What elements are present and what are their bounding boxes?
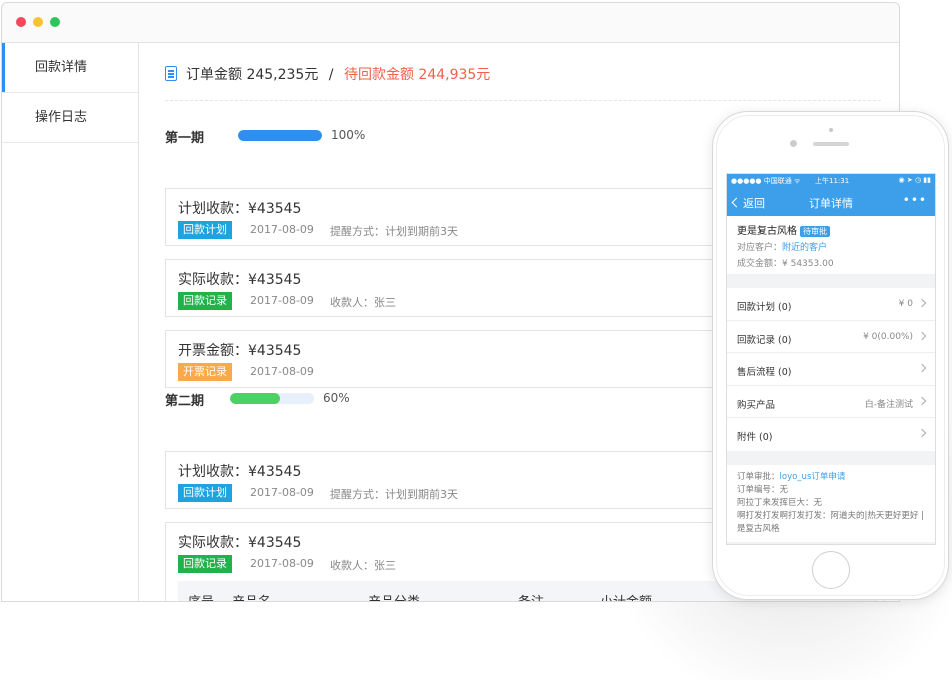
card-tag[interactable]: 回款计划 <box>178 484 232 502</box>
status-badge: 待审批 <box>800 226 830 237</box>
approval-label: 订单审批： <box>737 471 780 482</box>
order-amount: 订单金额 245,235元 <box>186 67 319 83</box>
card-date: 2017-08-09 <box>250 294 314 307</box>
list-item-value: 白-备注测试 <box>864 399 913 410</box>
card-extra: 提醒方式：计划到期前3天 <box>330 488 458 501</box>
card-tag[interactable]: 开票记录 <box>178 363 232 381</box>
phase-progress-bar <box>230 393 314 404</box>
phone-sensor <box>829 128 833 132</box>
sidebar-item-operation-log[interactable]: 操作日志 <box>2 93 138 143</box>
order-summary: 订单金额 245,235元 / 待回款金额 244,935元 <box>165 63 881 101</box>
card-title: 实际收款：¥43545 <box>178 272 302 288</box>
list-item-payment-record[interactable]: 回款记录 (0) ¥ 0(0.00%) <box>727 321 935 353</box>
phase-progress-fill <box>238 130 322 141</box>
card-tag[interactable]: 回款记录 <box>178 555 232 573</box>
sidebar: 回款详情 操作日志 <box>2 43 139 601</box>
card-title: 计划收款：¥43545 <box>178 464 302 480</box>
window-titlebar <box>2 3 899 43</box>
detail-list: 回款计划 (0) ¥ 0 回款记录 (0) ¥ 0(0.00%) 售后流程 (0… <box>727 288 935 451</box>
chevron-right-icon <box>917 363 927 373</box>
list-item-label: 售后流程 (0) <box>737 367 792 378</box>
amount-label: 成交金额： <box>737 259 783 269</box>
column-header: 序号 <box>188 591 214 601</box>
card-extra: 收款人：张三 <box>330 559 396 572</box>
nav-bar: 返回 订单详情 ••• <box>727 188 935 216</box>
home-button[interactable] <box>812 551 850 589</box>
carrier-label: ●●●●● 中国联通 ᯤ <box>731 177 801 185</box>
card-title: 开票金额：¥43545 <box>178 343 302 359</box>
phase-title: 第二期 <box>165 394 205 409</box>
order-notes: 订单审批：loyo_us订单申请 订单编号：无 阿拉丁来发挥巨大：无 啊打发打发… <box>727 464 935 542</box>
order-name-row: 更是复古风格 待审批 <box>737 222 925 237</box>
card-date: 2017-08-09 <box>250 223 314 236</box>
card-extra: 提醒方式：计划到期前3天 <box>330 225 458 238</box>
list-item-value: ¥ 0 <box>898 299 913 309</box>
list-item-products[interactable]: 购买产品 白-备注测试 <box>727 386 935 418</box>
stage: 回款详情 操作日志 订单金额 245,235元 / 待回款金额 244,935元… <box>0 0 952 680</box>
column-header: 备注 <box>518 591 544 601</box>
list-item-payment-plan[interactable]: 回款计划 (0) ¥ 0 <box>727 288 935 321</box>
status-bar: ●●●●● 中国联通 ᯤ 上午11:31 ◉ ➤ ◷ ▮▮ <box>727 174 935 188</box>
document-icon <box>165 66 177 81</box>
phone-speaker <box>813 142 849 146</box>
note-line: 阿拉丁来发挥巨大：无 <box>737 497 823 508</box>
card-title: 实际收款：¥43545 <box>178 535 302 551</box>
note-line: 啊打发打发啊打发打发：阿道夫的|热天更好更好 |是复古风格 <box>737 510 924 534</box>
list-item-label: 购买产品 <box>737 399 776 411</box>
customer-row: 对应客户：附近的客户 <box>737 240 925 253</box>
minimize-window-button[interactable] <box>33 17 43 27</box>
card-date: 2017-08-09 <box>250 486 314 499</box>
card-date: 2017-08-09 <box>250 557 314 570</box>
sidebar-item-label: 回款详情 <box>35 60 88 75</box>
phone-screen: ●●●●● 中国联通 ᯤ 上午11:31 ◉ ➤ ◷ ▮▮ 返回 订单详情 ••… <box>726 173 936 545</box>
list-item-label: 附件 (0) <box>737 432 773 443</box>
column-header: 产品名 <box>232 591 271 601</box>
sidebar-item-payment-details[interactable]: 回款详情 <box>2 43 138 93</box>
phone-mockup: ●●●●● 中国联通 ᯤ 上午11:31 ◉ ➤ ◷ ▮▮ 返回 订单详情 ••… <box>712 111 949 600</box>
customer-link[interactable]: 附近的客户 <box>782 243 827 253</box>
list-item-label: 回款计划 (0) <box>737 302 792 313</box>
maximize-window-button[interactable] <box>50 17 60 27</box>
card-tag[interactable]: 回款记录 <box>178 292 232 310</box>
column-header: 小计金额 <box>600 591 652 601</box>
sidebar-item-label: 操作日志 <box>35 110 88 125</box>
list-item-after-sales[interactable]: 售后流程 (0) <box>727 353 935 386</box>
amount-row: 成交金额：¥ 54353.00 <box>737 256 925 269</box>
more-icon[interactable]: ••• <box>903 193 927 207</box>
approval-link[interactable]: loyo_us订单申请 <box>780 472 846 482</box>
column-header: 产品分类 <box>368 591 420 601</box>
summary-separator: / <box>328 67 334 83</box>
close-window-button[interactable] <box>16 17 26 27</box>
list-item-label: 回款记录 (0) <box>737 334 792 346</box>
order-name: 更是复古风格 <box>737 226 797 237</box>
chevron-right-icon <box>917 428 927 438</box>
status-time: 上午11:31 <box>815 177 850 185</box>
card-extra: 收款人：张三 <box>330 296 396 309</box>
chevron-right-icon <box>917 298 927 308</box>
card-title: 计划收款：¥43545 <box>178 201 302 217</box>
status-icons: ◉ ➤ ◷ ▮▮ <box>898 176 931 184</box>
chevron-right-icon <box>917 396 927 405</box>
phase-progress-label: 100% <box>331 128 366 142</box>
phase-progress-bar <box>238 130 322 141</box>
order-info: 更是复古风格 待审批 对应客户：附近的客户 成交金额：¥ 54353.00 <box>727 216 935 274</box>
phase-title: 第一期 <box>165 131 205 146</box>
amount-value: ¥ 54353.00 <box>782 259 834 269</box>
card-tag[interactable]: 回款计划 <box>178 221 232 239</box>
phase-progress-label: 60% <box>323 391 350 405</box>
list-item-attachments[interactable]: 附件 (0) <box>727 418 935 451</box>
approval-row: 订单审批：loyo_us订单申请 <box>737 471 925 484</box>
pending-amount: 待回款金额 244,935元 <box>343 67 491 83</box>
order-number: 订单编号：无 <box>737 484 789 495</box>
card-date: 2017-08-09 <box>250 365 314 378</box>
list-item-value: ¥ 0(0.00%) <box>863 331 913 342</box>
phone-camera <box>790 140 797 147</box>
customer-label: 对应客户： <box>737 243 783 253</box>
chevron-right-icon <box>917 331 927 340</box>
phase-progress-fill <box>230 393 281 404</box>
